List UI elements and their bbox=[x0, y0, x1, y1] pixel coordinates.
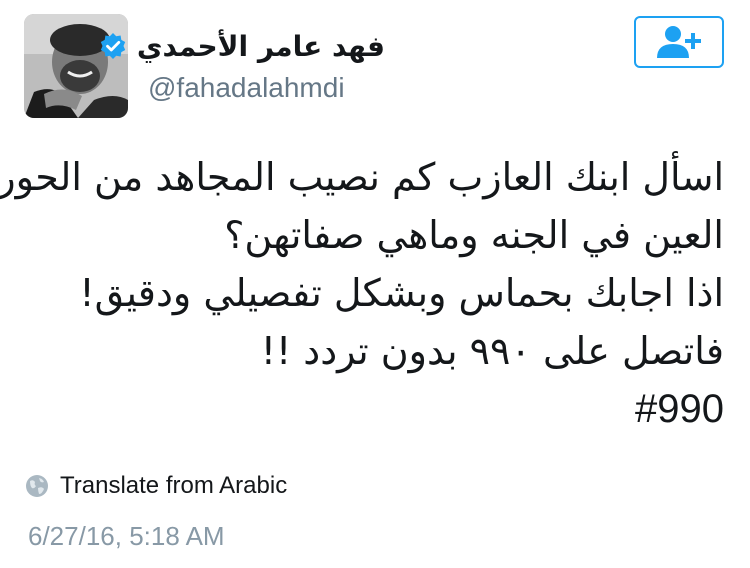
tweet-line: العين في الجنه وماهي صفاتهن؟ bbox=[224, 213, 724, 257]
timestamp[interactable]: 6/27/16, 5:18 AM bbox=[28, 521, 225, 552]
tweet-line: اسأل ابنك العازب كم نصيب المجاهد من الحو… bbox=[0, 155, 724, 199]
tweet-line: اذا اجابك بحماس وبشكل تفصيلي ودقيق! bbox=[79, 271, 724, 315]
tweet-card: فهد عامر الأحمدي @fahadalahmdi اسأل ابنك… bbox=[0, 0, 750, 568]
translate-link[interactable]: Translate from Arabic bbox=[24, 470, 287, 502]
globe-icon bbox=[26, 475, 48, 497]
follow-button[interactable] bbox=[634, 16, 724, 68]
verified-badge-icon bbox=[100, 33, 126, 59]
tweet-header: فهد عامر الأحمدي @fahadalahmdi bbox=[0, 0, 750, 140]
name-row: فهد عامر الأحمدي bbox=[99, 22, 385, 70]
username[interactable]: @fahadalahmdi bbox=[148, 72, 345, 104]
tweet-line: فاتصل على ٩٩٠ بدون تردد !! bbox=[260, 329, 724, 373]
tweet-text: اسأل ابنك العازب كم نصيب المجاهد من الحو… bbox=[0, 148, 724, 438]
display-name[interactable]: فهد عامر الأحمدي bbox=[137, 30, 385, 63]
follow-user-icon bbox=[657, 26, 701, 58]
hashtag-link[interactable]: #990 bbox=[24, 380, 724, 438]
translate-label: Translate from Arabic bbox=[60, 472, 288, 499]
